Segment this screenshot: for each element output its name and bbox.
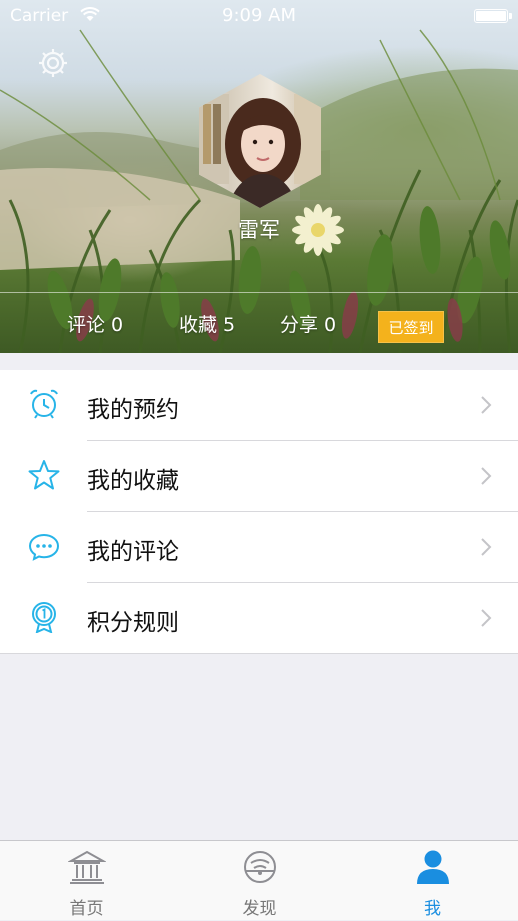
stat-comments-label: 评论	[67, 314, 106, 336]
menu-item-label: 我的收藏	[87, 468, 179, 494]
menu-item-comments[interactable]: 我的评论	[0, 512, 518, 583]
menu-item-favorites[interactable]: 我的收藏	[0, 441, 518, 512]
menu-item-label: 我的预约	[87, 397, 179, 423]
chat-bubble-icon	[28, 533, 60, 561]
menu-item-appointments[interactable]: 我的预约	[0, 370, 518, 441]
tab-home[interactable]: 首页	[0, 841, 173, 921]
menu-item-label: 我的评论	[87, 539, 179, 565]
battery-icon	[474, 9, 512, 23]
tab-discover[interactable]: 发现	[173, 841, 346, 921]
chevron-right-icon	[481, 396, 492, 414]
stat-shares[interactable]: 分享 0	[280, 310, 336, 337]
discover-icon	[243, 851, 276, 883]
chevron-right-icon	[481, 467, 492, 485]
star-icon	[28, 460, 60, 490]
stat-favorites[interactable]: 收藏 5	[179, 310, 235, 337]
medal-icon	[32, 602, 56, 633]
stat-shares-count: 0	[324, 314, 337, 336]
stat-comments-count: 0	[111, 314, 124, 336]
tab-bar: 首页 发现 我	[0, 840, 518, 920]
menu-item-points-rules[interactable]: 积分规则	[0, 583, 518, 654]
alarm-clock-icon	[30, 389, 58, 419]
status-bar: Carrier 9:09 AM	[0, 0, 518, 34]
tab-me[interactable]: 我	[346, 841, 518, 921]
separator	[0, 653, 518, 654]
menu-item-label: 积分规则	[87, 610, 179, 636]
clock: 9:09 AM	[222, 5, 296, 26]
stat-favorites-count: 5	[223, 314, 236, 336]
stat-comments[interactable]: 评论 0	[67, 310, 123, 337]
chevron-right-icon	[481, 538, 492, 556]
museum-icon	[67, 850, 106, 884]
username: 雷军	[238, 218, 280, 242]
profile-menu: 我的预约 我的收藏 我的评论 积分规则	[0, 370, 518, 654]
stat-shares-label: 分享	[280, 314, 319, 336]
profile-header: Carrier 9:09 AM 雷军 评论 0 收藏 5 分享 0 已签到	[0, 0, 518, 353]
chevron-right-icon	[481, 609, 492, 627]
checkin-button[interactable]: 已签到	[378, 311, 444, 343]
tab-label: 发现	[242, 899, 277, 919]
tab-label: 首页	[69, 899, 104, 919]
stat-favorites-label: 收藏	[179, 314, 218, 336]
tab-label: 我	[424, 899, 441, 919]
header-divider	[0, 292, 518, 293]
person-icon	[416, 850, 449, 884]
settings-gear-icon[interactable]	[36, 46, 70, 80]
